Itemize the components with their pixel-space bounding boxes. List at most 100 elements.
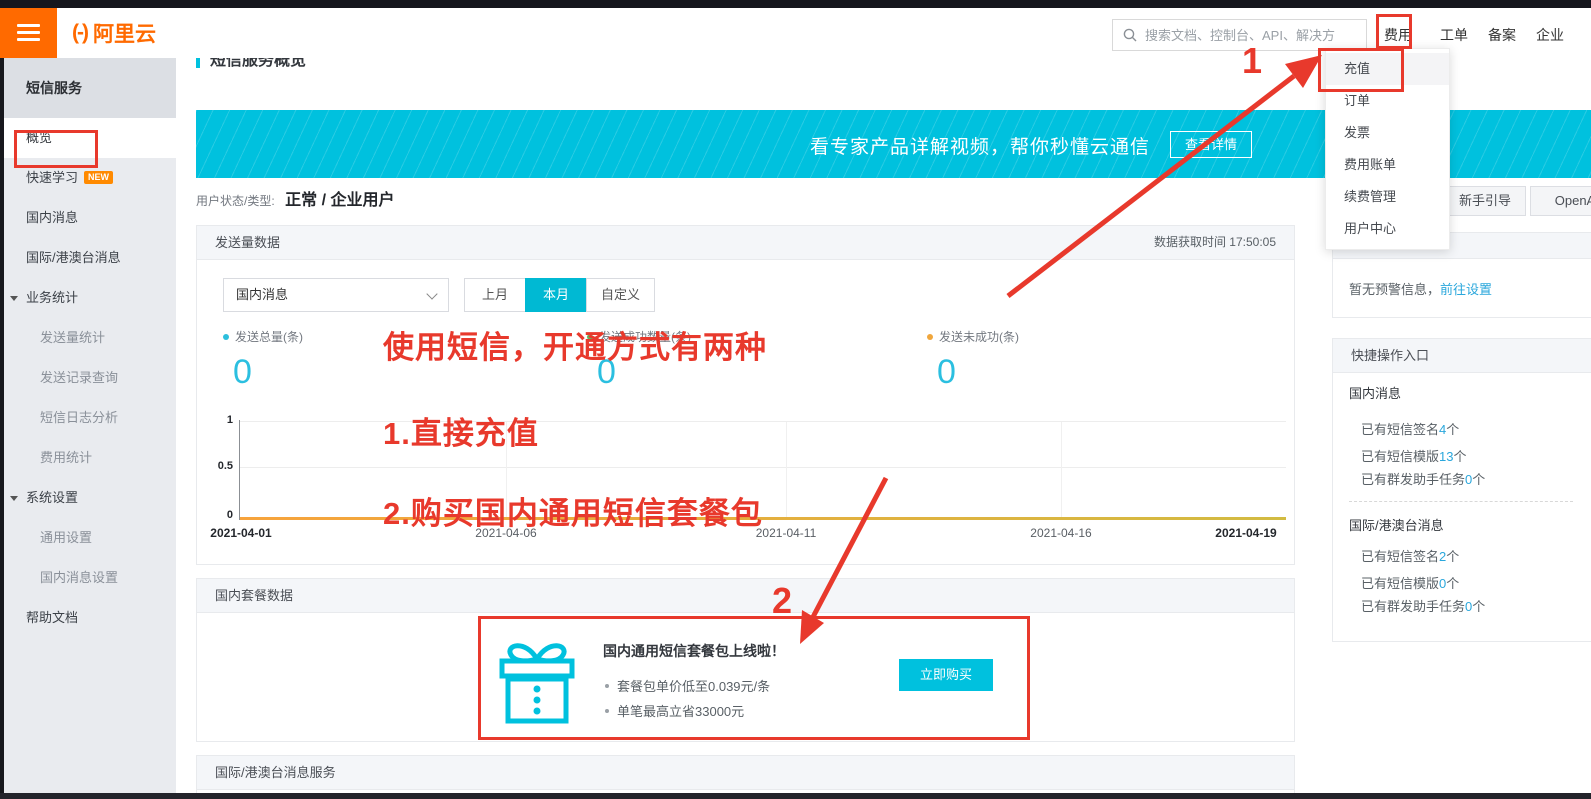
- quick-item-signatures[interactable]: 已有短信签名4个: [1361, 419, 1459, 438]
- quick-section-domestic: 国内消息: [1349, 383, 1401, 402]
- sidebar-item-general-settings[interactable]: 通用设置: [0, 518, 176, 558]
- count-badge: 13: [1439, 449, 1453, 464]
- quick-item-templates[interactable]: 已有短信模版13个: [1361, 446, 1467, 465]
- global-search[interactable]: [1112, 19, 1367, 51]
- menu-item-orders[interactable]: 订单: [1326, 85, 1449, 117]
- sidebar-item-domestic-sms[interactable]: 国内消息: [0, 198, 176, 238]
- gridline: [1061, 422, 1062, 518]
- range-last-month-button[interactable]: 上月: [464, 278, 526, 312]
- search-input[interactable]: [1145, 28, 1356, 43]
- quick-item-mass-tasks[interactable]: 已有群发助手任务0个: [1361, 596, 1485, 615]
- aliyun-logo[interactable]: (-) 阿里云: [72, 19, 156, 47]
- beginner-guide-button[interactable]: 新手引导: [1444, 186, 1526, 216]
- date-range-group: 上月 本月 自定义: [465, 278, 655, 312]
- menu-item-user-center[interactable]: 用户中心: [1326, 213, 1449, 245]
- sidebar-item-sms-log-analysis[interactable]: 短信日志分析: [0, 398, 176, 438]
- openapi-button[interactable]: OpenA: [1530, 186, 1591, 216]
- legend-dot-icon: [223, 334, 229, 340]
- user-status: 用户状态/类型: 正常 / 企业用户: [196, 186, 394, 210]
- sidebar-item-send-record-query[interactable]: 发送记录查询: [0, 358, 176, 398]
- quick-actions-card: 快捷操作入口 国内消息 已有短信签名4个 已有短信模版13个 已有群发助手任务0…: [1332, 338, 1591, 642]
- hamburger-menu-button[interactable]: [0, 8, 57, 58]
- new-badge: NEW: [84, 171, 113, 184]
- data-fetch-time: 数据获取时间 17:50:05: [1154, 226, 1276, 259]
- gridline: [786, 422, 787, 518]
- menu-item-bills[interactable]: 费用账单: [1326, 149, 1449, 181]
- topmenu-icp[interactable]: 备案: [1488, 25, 1516, 45]
- package-bullet: 套餐包单价低至0.039元/条: [605, 676, 770, 695]
- menu-item-recharge[interactable]: 充值: [1326, 53, 1449, 85]
- hamburger-icon: [17, 24, 40, 27]
- quick-item-signatures[interactable]: 已有短信签名2个: [1361, 546, 1459, 565]
- quick-actions-card-header: 快捷操作入口: [1333, 339, 1591, 373]
- top-strip: [0, 0, 1591, 8]
- quick-item-mass-tasks[interactable]: 已有群发助手任务0个: [1361, 469, 1485, 488]
- sidebar-item-overview[interactable]: 概览: [0, 118, 176, 158]
- chart-zero-line-series: [240, 517, 1286, 520]
- stat-failed-label: 发送未成功(条): [927, 328, 1019, 345]
- range-custom-button[interactable]: 自定义: [586, 278, 655, 312]
- y-axis-line: [239, 420, 240, 520]
- aliyun-brackets-icon: (-): [72, 21, 87, 45]
- chevron-down-icon: [426, 288, 437, 299]
- alert-empty-text: 暂无预警信息，: [1349, 282, 1440, 297]
- legend-dot-icon: [587, 334, 593, 340]
- dashed-divider: [1349, 501, 1573, 502]
- x-axis-tick: 2021-04-06: [456, 526, 556, 540]
- stat-failed-value: 0: [937, 353, 1019, 392]
- banner-text: 看专家产品详解视频，帮你秒懂云通信: [810, 132, 1150, 159]
- caret-down-icon: [10, 496, 18, 501]
- sidebar-item-label: 快速学习: [26, 170, 78, 185]
- legend-dot-icon: [927, 334, 933, 340]
- topmenu-tickets[interactable]: 工单: [1440, 25, 1468, 45]
- package-bullet: 单笔最高立省33000元: [605, 701, 744, 720]
- banner-view-details-button[interactable]: 查看详情: [1170, 131, 1252, 158]
- intl-message-card-title: 国际/港澳台消息服务: [215, 756, 336, 789]
- y-axis-tick: 1: [203, 414, 233, 426]
- sidebar-item-send-volume-stats[interactable]: 发送量统计: [0, 318, 176, 358]
- buy-now-button[interactable]: 立即购买: [899, 659, 993, 691]
- quick-actions-card-title: 快捷操作入口: [1351, 339, 1429, 372]
- alert-settings-link[interactable]: 前往设置: [1440, 282, 1492, 297]
- search-icon: [1123, 28, 1137, 42]
- aliyun-logo-text: 阿里云: [93, 18, 156, 48]
- sidebar-group-label: 系统设置: [26, 490, 78, 505]
- gridline: [240, 467, 1286, 468]
- y-axis-tick: 0: [203, 509, 233, 521]
- sidebar-item-intl-sms[interactable]: 国际/港澳台消息: [0, 238, 176, 278]
- sidebar-item-cost-stats[interactable]: 费用统计: [0, 438, 176, 478]
- stat-failed: 发送未成功(条) 0: [927, 328, 1019, 392]
- user-status-value: 正常 / 企业用户: [285, 192, 394, 209]
- topmenu-billing[interactable]: 费用: [1384, 25, 1412, 45]
- sidebar-group-business-stats[interactable]: 业务统计: [0, 278, 176, 318]
- caret-down-icon: [10, 296, 18, 301]
- gridline: [506, 422, 507, 518]
- message-type-select-value: 国内消息: [236, 287, 288, 302]
- y-axis-tick: 0.5: [203, 460, 233, 472]
- range-this-month-button[interactable]: 本月: [525, 278, 587, 312]
- sidebar-title: 短信服务: [0, 58, 176, 118]
- package-promo-title: 国内通用短信套餐包上线啦！: [603, 641, 785, 661]
- intl-message-card-header: 国际/港澳台消息服务: [197, 756, 1294, 790]
- x-axis-tick: 2021-04-16: [1011, 526, 1111, 540]
- stat-total-sent-label: 发送总量(条): [223, 328, 303, 345]
- sidebar-item-quick-learn[interactable]: 快速学习 NEW: [0, 158, 176, 198]
- user-status-label: 用户状态/类型:: [196, 194, 275, 208]
- message-type-select[interactable]: 国内消息: [223, 278, 449, 312]
- sidebar-group-label: 业务统计: [26, 290, 78, 305]
- billing-dropdown-menu: 充值 订单 发票 费用账单 续费管理 用户中心: [1325, 48, 1450, 250]
- stat-total-sent-value: 0: [233, 353, 303, 392]
- sidebar-group-system-settings[interactable]: 系统设置: [0, 478, 176, 518]
- domestic-package-card: 国内套餐数据 国内通用短信套餐包上线啦！ 套餐包单价低至0.039元/条 单笔最…: [196, 578, 1295, 742]
- sidebar-item-domestic-settings[interactable]: 国内消息设置: [0, 558, 176, 598]
- domestic-package-card-header: 国内套餐数据: [197, 579, 1294, 613]
- stat-success: 发送成功数量(条) 0: [587, 328, 691, 392]
- menu-item-invoices[interactable]: 发票: [1326, 117, 1449, 149]
- topmenu-enterprise[interactable]: 企业: [1536, 25, 1564, 45]
- sidebar-item-help-docs[interactable]: 帮助文档: [0, 598, 176, 638]
- quick-item-templates[interactable]: 已有短信模版0个: [1361, 573, 1459, 592]
- right-panel-buttons: 新手引导 OpenA: [1432, 178, 1591, 224]
- stat-success-value: 0: [597, 353, 691, 392]
- arrow-1-head-icon: [1285, 55, 1322, 88]
- menu-item-renewal[interactable]: 续费管理: [1326, 181, 1449, 213]
